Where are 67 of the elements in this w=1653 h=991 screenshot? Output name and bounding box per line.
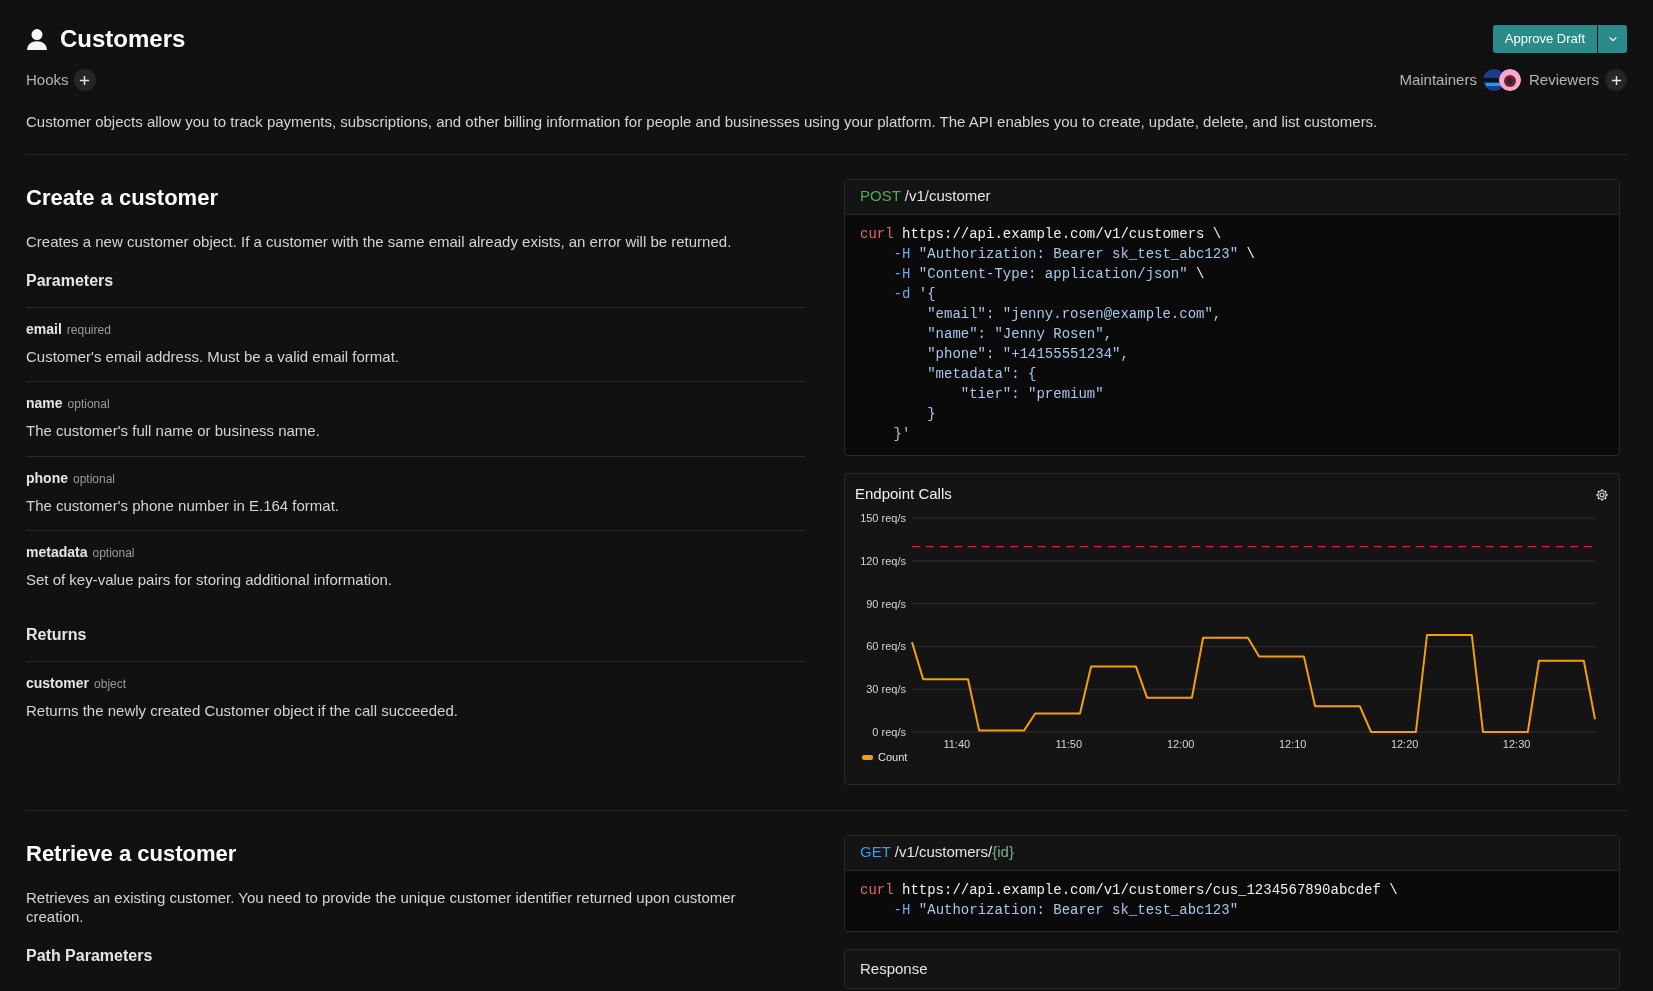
page-description: Customer objects allow you to track payments, subscriptions, and other billing information for people and businesses using your platform. The API enables you to create, update, delete, and list customers. (26, 112, 1379, 132)
y-tick-label: 60 req/s (866, 639, 906, 652)
endpoint-path: POST /v1/customer (860, 186, 991, 207)
section-heading: Create a customer (26, 183, 219, 212)
param-description: Customer's email address. Must be a valid email format. (26, 346, 400, 367)
x-tick-label: 11:50 (1055, 737, 1083, 750)
y-tick-label: 150 req/s (860, 511, 906, 524)
plus-icon (1610, 74, 1622, 86)
page-title: Customers (60, 24, 186, 54)
code-line: -H "Authorization: Bearer sk_test_abc123" (892, 900, 1240, 920)
group-heading: Parameters (26, 270, 115, 291)
param-tag: optional (92, 544, 135, 562)
code-line: -H "Authorization: Bearer sk_test_abc123" \ (892, 244, 1256, 264)
reviewers-label: Reviewers (1528, 69, 1599, 90)
code-line: "name": "Jenny Rosen", (926, 324, 1114, 344)
param-description: Set of key-value pairs for storing additional information. (26, 570, 394, 590)
param-tag: optional (73, 469, 116, 488)
group-heading: Path Parameters (26, 945, 154, 966)
chart-title: Endpoint Calls (855, 484, 952, 505)
param-description: The customer's full name or business name. (26, 421, 321, 441)
code-line: } (926, 404, 937, 424)
avatar[interactable] (1498, 69, 1521, 91)
param-tag: required (66, 320, 111, 339)
code-line: "email": "jenny.rosen@example.com", (926, 304, 1223, 324)
y-tick-label: 90 req/s (866, 597, 906, 610)
caret-icon (1607, 34, 1618, 44)
param-name: metadata (26, 543, 88, 562)
legend-label: Count (878, 750, 908, 763)
y-tick-label: 120 req/s (860, 554, 906, 567)
code-line: "phone": "+14155551234", (926, 344, 1130, 364)
x-tick-label: 11:40 (943, 737, 971, 750)
y-tick-label: 0 req/s (872, 725, 906, 738)
code-line: -d '{ (892, 284, 937, 304)
x-tick-label: 12:00 (1166, 737, 1195, 750)
param-description: The customer's phone number in E.164 format. (26, 495, 341, 516)
param-tag: object (94, 674, 127, 693)
code-line: }' (892, 424, 912, 444)
param-description: Returns the newly created Customer object if the call succeeded. (26, 700, 459, 721)
param-tag: optional (67, 395, 110, 413)
x-tick-label: 12:30 (1502, 737, 1531, 750)
plus-icon (79, 74, 91, 86)
user-icon (26, 28, 48, 50)
section-description: Retrieves an existing customer. You need to provide the unique customer identifier returned upon customer creation. (26, 887, 737, 926)
code-line: curl https://api.example.com/v1/customers/cus_1234567890abcdef \ (860, 880, 1399, 900)
settings-icon[interactable] (1595, 487, 1609, 502)
section-heading: Retrieve a customer (26, 839, 238, 868)
param-name: name (26, 394, 63, 413)
legend-swatch (862, 754, 873, 760)
x-tick-label: 12:10 (1278, 737, 1307, 750)
param-name: customer (26, 673, 90, 693)
x-tick-label: 12:20 (1390, 737, 1419, 750)
approve-draft-button[interactable]: Approve Draft (1492, 25, 1597, 53)
code-line: "metadata": { (926, 364, 1038, 384)
endpoint-path: GET /v1/customers/{id} (860, 842, 1014, 863)
code-line: "tier": "premium" (959, 384, 1105, 404)
code-line: curl https://api.example.com/v1/customers \ (860, 224, 1223, 244)
param-name: phone (26, 468, 68, 488)
y-tick-label: 30 req/s (866, 682, 906, 695)
response-title: Response (860, 959, 928, 977)
hooks-label: Hooks (26, 69, 69, 90)
param-name: email (26, 319, 62, 339)
maintainers-label: Maintainers (1399, 69, 1477, 90)
add-button[interactable] (73, 69, 96, 91)
section-description: Creates a new customer object. If a customer with the same email already exists, an error will be returned. (26, 231, 733, 251)
add-button[interactable] (1605, 69, 1627, 91)
code-line: -H "Content-Type: application/json" \ (892, 264, 1206, 284)
group-heading: Returns (26, 624, 88, 645)
